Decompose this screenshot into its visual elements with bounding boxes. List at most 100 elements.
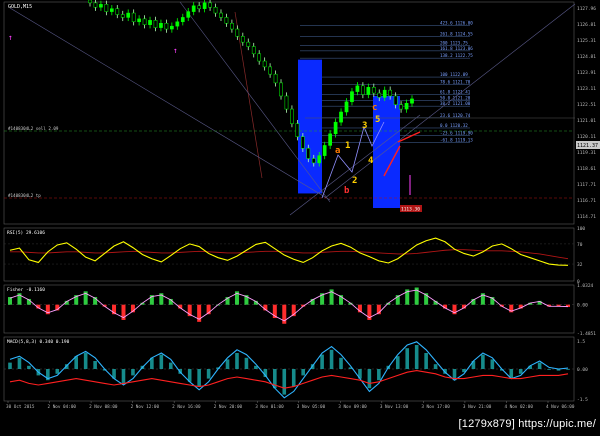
x-axis-tick-label: 3 Nov 13:00 — [380, 404, 409, 410]
wave-label-4: 4 — [368, 156, 374, 166]
macd-hist-bar — [329, 349, 334, 369]
price-candle-body — [333, 121, 338, 135]
macd-hist-bar — [121, 369, 126, 384]
price-candle-body — [109, 8, 114, 12]
wave-label-c: c — [372, 103, 377, 113]
macd-hist-bar — [339, 357, 343, 369]
fib-level-label: 23.6 1120.74 — [440, 113, 471, 118]
price-candle-body — [344, 101, 349, 113]
price-candle-body — [399, 104, 403, 110]
price-candle-body — [197, 5, 202, 9]
price-candle-body — [148, 20, 152, 25]
price-candle-body — [322, 145, 327, 156]
price-candle-body — [246, 41, 251, 47]
price-candle-body — [262, 60, 267, 68]
macd-hist-bar — [27, 365, 31, 369]
fisher-axis-tick: -1.4851 — [577, 331, 596, 337]
macd-hist-bar — [197, 369, 201, 387]
price-candle-body — [350, 91, 354, 103]
price-axis-tick: 1122.51 — [577, 102, 596, 108]
fib-level-label: 50.0 1121.20 — [440, 95, 471, 100]
fib-level-label: 161.8 1123.06 — [440, 46, 473, 51]
wave-label-3: 3 — [362, 121, 367, 131]
price-candle-body — [99, 4, 103, 8]
x-axis-tick-label: 3 Nov 17:00 — [421, 404, 450, 410]
price-candle-body — [170, 25, 174, 30]
price-tag-low-label: 1113.30 — [401, 207, 420, 213]
x-axis-tick-label: 2 Nov 12:00 — [131, 404, 160, 410]
price-candle-body — [126, 12, 131, 18]
price-candle-body — [257, 53, 262, 62]
price-candle-body — [388, 89, 393, 97]
price-candle-body — [371, 87, 376, 94]
macd-hist-bar — [481, 354, 485, 369]
x-axis-tick-label: 3 Nov 05:00 — [297, 404, 326, 410]
buy-arrow-icon: ↑ — [8, 33, 13, 42]
macd-hist-bar — [291, 369, 296, 387]
x-axis-tick-label: 3 Nov 01:00 — [255, 404, 284, 410]
price-candle-body — [208, 2, 212, 8]
price-axis-tick: 1117.71 — [577, 182, 596, 188]
fisher-axis-tick: 1.0324 — [577, 283, 594, 289]
price-candle-body — [410, 98, 414, 104]
macd-hist-bar — [433, 364, 438, 369]
price-candle-body — [191, 5, 196, 12]
price-candle-body — [142, 18, 147, 25]
macd-hist-bar — [537, 362, 542, 369]
x-axis-tick-label: 2 Nov 16:00 — [172, 404, 201, 410]
macd-hist-bar — [131, 369, 135, 376]
price-candle-body — [251, 46, 256, 55]
macd-hist-bar — [8, 362, 12, 369]
fib-level-label: 423.6 1126.00 — [440, 20, 473, 25]
price-candle-body — [159, 22, 163, 28]
fib-level-label: 78.6 1121.70 — [440, 79, 471, 84]
macd-hist-bar — [282, 369, 287, 395]
price-candle-body — [131, 12, 136, 23]
symbol-title: GOLD,M15 — [8, 4, 32, 10]
price-axis-tick: 1127.96 — [577, 6, 596, 12]
macd-hist-bar — [395, 356, 400, 369]
macd-hist-bar — [405, 348, 410, 369]
macd-axis-tick: -1.5 — [577, 397, 588, 403]
price-candle-body — [393, 95, 398, 105]
fib-box-left — [298, 59, 322, 194]
macd-hist-bar — [301, 369, 305, 376]
rsi-label: RSI(5) 29.6106 — [7, 230, 45, 236]
x-axis-tick-label: 3 Nov 09:00 — [338, 404, 367, 410]
macd-hist-bar — [377, 369, 381, 381]
rsi-axis-tick: 70 — [577, 242, 583, 248]
price-candle-body — [317, 155, 322, 164]
wave-label-a: a — [335, 146, 340, 156]
x-axis-tick-label: 4 Nov 06:00 — [546, 404, 575, 410]
wave-label-1: 1 — [345, 141, 350, 151]
price-candle-body — [180, 17, 185, 23]
price-axis-tick: 1124.81 — [577, 54, 596, 60]
watermark-text: [1279x879] https://upic.me/ — [458, 418, 596, 430]
price-candle-body — [104, 4, 109, 12]
x-axis-tick-label: 2 Nov 04:00 — [48, 404, 77, 410]
fib-level-label: 261.8 1124.55 — [440, 31, 473, 36]
price-candle-body — [235, 28, 240, 37]
macd-hist-bar — [414, 345, 419, 369]
macd-hist-bar — [168, 362, 173, 369]
price-candle-body — [279, 82, 283, 97]
x-axis-tick-label: 4 Nov 02:00 — [504, 404, 533, 410]
fib-level-label: 100 1122.09 — [440, 72, 468, 77]
x-axis-tick-label: 2 Nov 20:00 — [214, 404, 243, 410]
price-axis-tick: 1123.11 — [577, 86, 596, 92]
wave-label-2: 2 — [352, 176, 357, 186]
macd-hist-bar — [547, 369, 551, 370]
fib-level-label: -61.8 1119.13 — [440, 138, 473, 143]
price-axis-tick: 1121.01 — [577, 118, 596, 124]
price-candle-body — [268, 66, 272, 75]
price-candle-body — [137, 18, 141, 23]
price-candle-body — [295, 123, 300, 137]
fib-level-label: 61.8 1121.41 — [440, 90, 471, 95]
price-candle-body — [230, 22, 234, 30]
macd-hist-bar — [159, 354, 164, 369]
price-axis-tick: 1126.81 — [577, 22, 596, 28]
buy-arrow-icon: ↑ — [173, 46, 178, 55]
price-candle-body — [202, 2, 207, 9]
macd-axis-tick: 0.00 — [577, 367, 588, 373]
price-candle-body — [164, 22, 169, 30]
